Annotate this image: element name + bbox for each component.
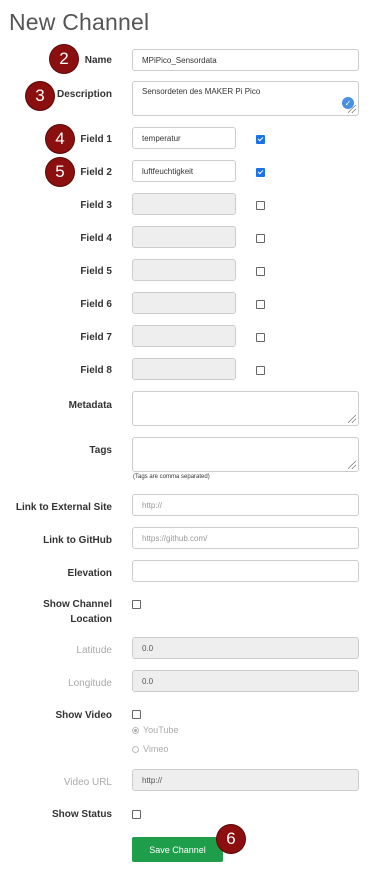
resize-handle-icon[interactable] bbox=[348, 105, 356, 113]
field-5-input[interactable] bbox=[132, 259, 236, 281]
github-label: Link to GitHub bbox=[43, 535, 112, 546]
show-video-label: Show Video bbox=[55, 710, 113, 721]
external-site-label: Link to External Site bbox=[15, 502, 112, 513]
field-5-label: Field 5 bbox=[80, 266, 112, 277]
description-text: Sensordeten des MAKER Pi Pico bbox=[142, 87, 261, 96]
page-title: New Channel bbox=[9, 9, 150, 35]
show-location-checkbox[interactable] bbox=[132, 600, 141, 609]
field-8-checkbox[interactable] bbox=[256, 366, 265, 375]
field-1-label: Field 1 bbox=[80, 134, 112, 145]
field-6-input[interactable] bbox=[132, 292, 236, 314]
field-1-input[interactable]: temperatur bbox=[132, 127, 236, 149]
field-5-checkbox[interactable] bbox=[256, 267, 265, 276]
latitude-input[interactable]: 0.0 bbox=[132, 637, 359, 659]
metadata-label: Metadata bbox=[68, 400, 112, 411]
field-4-label: Field 4 bbox=[80, 233, 112, 244]
description-label: Description bbox=[56, 89, 112, 100]
field-4-input[interactable] bbox=[132, 226, 236, 248]
field-6-checkbox[interactable] bbox=[256, 300, 265, 309]
latitude-label: Latitude bbox=[76, 645, 112, 656]
resize-handle-icon[interactable] bbox=[348, 415, 356, 423]
step-badge-6: 6 bbox=[217, 825, 245, 853]
vimeo-radio[interactable] bbox=[132, 746, 139, 753]
tags-textarea[interactable] bbox=[132, 437, 359, 472]
name-label: Name bbox=[84, 55, 112, 66]
tags-help-text: (Tags are comma separated) bbox=[133, 474, 210, 480]
field-7-checkbox[interactable] bbox=[256, 333, 265, 342]
show-status-checkbox[interactable] bbox=[132, 810, 141, 819]
vimeo-label: Vimeo bbox=[143, 744, 169, 754]
youtube-radio[interactable] bbox=[132, 727, 139, 734]
field-2-input[interactable]: luftfeuchtigkeit bbox=[132, 160, 236, 182]
elevation-input[interactable] bbox=[132, 560, 359, 582]
field-2-checkbox[interactable] bbox=[256, 168, 265, 177]
description-textarea[interactable]: Sensordeten des MAKER Pi Pico ✓ bbox=[132, 81, 359, 116]
field-8-label: Field 8 bbox=[80, 365, 112, 376]
longitude-input[interactable]: 0.0 bbox=[132, 670, 359, 692]
field-4-checkbox[interactable] bbox=[256, 234, 265, 243]
resize-handle-icon[interactable] bbox=[348, 461, 356, 469]
tags-label: Tags bbox=[89, 445, 112, 456]
field-3-checkbox[interactable] bbox=[256, 201, 265, 210]
show-status-label: Show Status bbox=[51, 809, 112, 820]
longitude-label: Longitude bbox=[68, 678, 112, 689]
field-3-input[interactable] bbox=[132, 193, 236, 215]
save-channel-button[interactable]: Save Channel bbox=[132, 837, 223, 862]
show-location-label: Show Channel Location bbox=[2, 597, 112, 627]
show-video-checkbox[interactable] bbox=[132, 710, 141, 719]
video-url-input[interactable]: http:// bbox=[132, 769, 359, 791]
name-input[interactable]: MPiPico_Sensordata bbox=[132, 49, 359, 71]
field-2-label: Field 2 bbox=[80, 167, 112, 178]
field-6-label: Field 6 bbox=[80, 299, 112, 310]
video-url-label: Video URL bbox=[63, 777, 112, 788]
elevation-label: Elevation bbox=[67, 568, 112, 579]
field-3-label: Field 3 bbox=[80, 200, 112, 211]
field-7-label: Field 7 bbox=[80, 332, 112, 343]
field-8-input[interactable] bbox=[132, 358, 236, 380]
github-input[interactable]: https://github.com/ bbox=[132, 527, 359, 549]
youtube-label: YouTube bbox=[143, 725, 179, 735]
show-location-label-line2: Location bbox=[70, 614, 112, 625]
metadata-textarea[interactable] bbox=[132, 391, 359, 426]
external-site-input[interactable]: http:// bbox=[132, 494, 359, 516]
field-7-input[interactable] bbox=[132, 325, 236, 347]
show-location-label-line1: Show Channel bbox=[43, 599, 112, 610]
field-1-checkbox[interactable] bbox=[256, 135, 265, 144]
